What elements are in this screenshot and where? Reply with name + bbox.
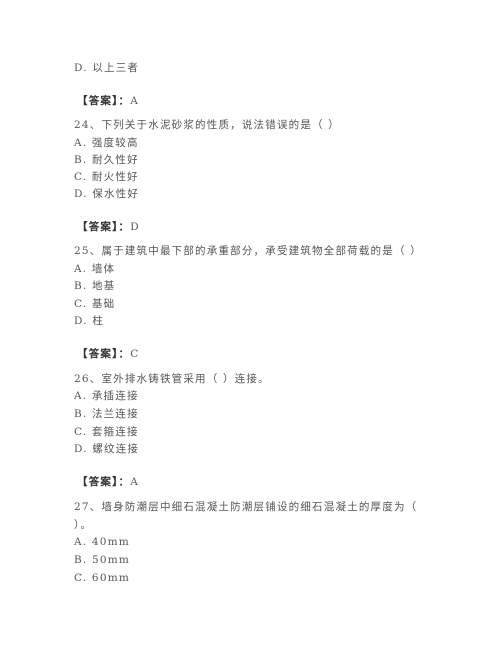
q24-option-d: D. 保水性好 (74, 188, 140, 200)
answer-label: 【答案】： (77, 348, 131, 360)
question-25: 25、属于建筑中最下部的承重部分，承受建筑物全部荷载的是（ ） (74, 245, 422, 257)
question-27-line2: ）。 (74, 519, 93, 531)
answer-label: 【答案】： (77, 95, 131, 107)
answer-line-24: 【答案】：D (77, 220, 140, 234)
answer-value: A (130, 476, 140, 488)
q27-option-c: C. 60mm (74, 572, 131, 584)
answer-value: A (130, 95, 140, 107)
answer-value: D (130, 221, 140, 233)
question-26: 26、室外排水铸铁管采用（ ）连接。 (74, 373, 270, 385)
q26-option-c: C. 套箍连接 (74, 426, 139, 438)
q24-option-b: B. 耐久性好 (74, 154, 139, 166)
q25-option-a: A. 墙体 (74, 263, 116, 275)
answer-line-25: 【答案】：C (77, 347, 139, 361)
answer-line-23: 【答案】：A (77, 94, 139, 108)
answer-label: 【答案】： (77, 221, 131, 233)
q27-option-a: A. 40mm (74, 536, 130, 548)
q25-option-d: D. 柱 (74, 315, 105, 327)
answer-label: 【答案】： (77, 476, 131, 488)
answer-value: C (130, 348, 140, 360)
q25-option-b: B. 地基 (74, 280, 116, 292)
q25-option-c: C. 基础 (74, 298, 116, 310)
q26-option-b: B. 法兰连接 (74, 408, 139, 420)
q26-option-d: D. 螺纹连接 (74, 443, 140, 455)
option-d-prev: D. 以上三者 (74, 62, 140, 74)
q26-option-a: A. 承插连接 (74, 390, 139, 402)
q24-option-a: A. 强度较高 (74, 137, 139, 149)
answer-line-26: 【答案】：A (77, 475, 139, 489)
q27-option-b: B. 50mm (74, 554, 131, 566)
q24-option-c: C. 耐火性好 (74, 171, 139, 183)
question-27-line1: 27、墙身防潮层中细石混凝土防潮层铺设的细石混凝土的厚度为（ (74, 501, 418, 513)
question-24: 24、下列关于水泥砂浆的性质，说法错误的是（ ） (74, 119, 340, 131)
